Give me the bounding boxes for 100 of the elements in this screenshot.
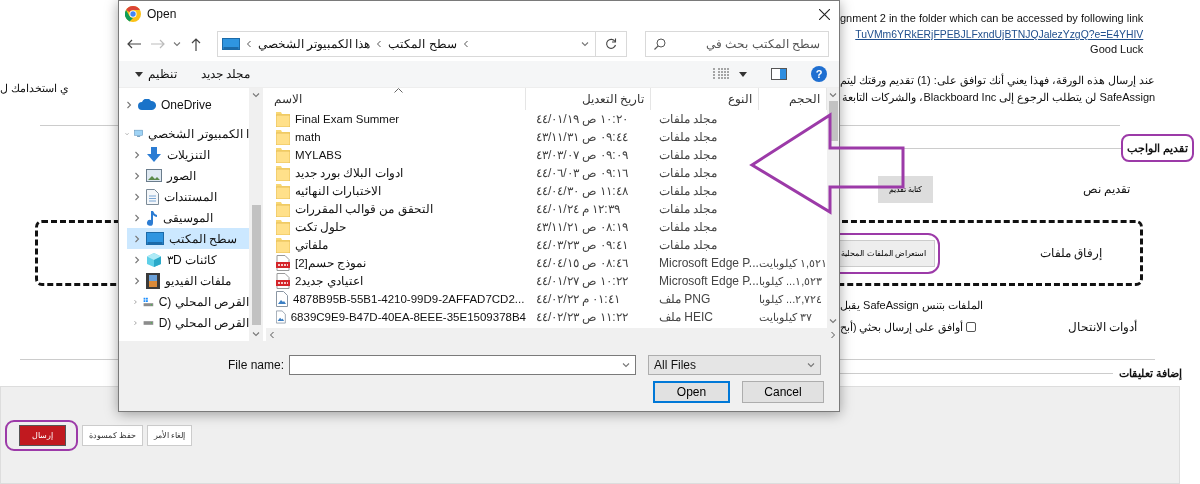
file-size: ١,٥٢١ كيلوبايت xyxy=(759,256,828,270)
download-arrow-icon xyxy=(146,146,162,163)
horizontal-scrollbar[interactable] xyxy=(266,328,839,341)
chevron-icon[interactable] xyxy=(133,297,138,306)
desktop-icon xyxy=(221,38,240,50)
section-title: إضافة تعليقات xyxy=(1119,367,1182,379)
file-type: ملف HEIC xyxy=(658,310,714,324)
breadcrumb-item[interactable]: سطح المكتب xyxy=(388,37,457,51)
file-name[interactable]: Final Exam Summer xyxy=(295,113,400,125)
file-size: ١,٥٢٣... كيلوبا xyxy=(759,274,824,288)
image-file-icon xyxy=(276,291,288,307)
modified-date: ١١:٤٨ ص ٤٤/٠٤/٣٠ xyxy=(535,184,629,198)
chevron-icon xyxy=(269,330,275,339)
file-type: Microsoft Edge P... xyxy=(658,256,759,270)
cancel-button[interactable]: Cancel xyxy=(742,381,824,403)
file-name[interactable]: ادوات البلاك بورد جديد xyxy=(295,166,403,180)
modified-date: ٠٩:١٦ ص ٤٤/٠٦/٠٣ xyxy=(535,166,629,180)
modified-date: ١١:٢٢ ص ٤٤/٠٢/٢٣ xyxy=(535,310,629,324)
tree-item[interactable]: المستندات xyxy=(127,186,249,207)
recent-locations-icon[interactable] xyxy=(172,40,181,48)
file-type: Microsoft Edge P... xyxy=(658,274,759,288)
address-bar[interactable]: هذا الكمبيوتر الشخصي سطح المكتب xyxy=(216,31,627,57)
file-name[interactable]: math xyxy=(295,131,321,143)
image-file-icon xyxy=(276,309,286,325)
checkbox[interactable] xyxy=(966,322,977,332)
scroll-thumb[interactable] xyxy=(251,204,261,325)
tree-item[interactable]: كائنات ٣D xyxy=(127,249,249,270)
file-type: مجلد ملفات xyxy=(658,166,719,180)
dropdown-icon[interactable] xyxy=(807,361,815,369)
browser-logo-icon xyxy=(125,6,141,22)
chevron-icon[interactable] xyxy=(133,192,141,201)
write-submission-button[interactable]: كتابة تقديم xyxy=(877,175,933,203)
chevron-icon[interactable] xyxy=(133,255,141,264)
file-name[interactable]: اعتيادي جديد2 xyxy=(295,274,363,288)
closing-text: Good Luck xyxy=(1089,42,1144,57)
open-button[interactable]: Open xyxy=(653,381,730,403)
file-name[interactable]: التحقق من قوالب المقررات xyxy=(295,202,433,216)
field-label: إرفاق ملفات xyxy=(1039,246,1102,260)
back-arrow-icon xyxy=(126,39,141,49)
new-folder-button[interactable]: مجلد جديد xyxy=(201,67,251,81)
preview-pane-button[interactable] xyxy=(771,68,787,80)
modified-date: ٠٩:٠٩ ص ٤٣/٠٣/٠٧ xyxy=(535,148,629,162)
file-size: ٣٧ كيلوبايت xyxy=(759,310,814,324)
tree-item[interactable]: القرص المحلي (C xyxy=(127,291,249,312)
chevron-icon[interactable] xyxy=(133,150,141,159)
file-name[interactable]: 4878B95B-55B1-4210-99D9-2AFFAD7CD2... xyxy=(293,293,525,305)
help-button[interactable]: ? xyxy=(811,66,827,82)
dropdown-icon[interactable] xyxy=(581,40,589,48)
file-type-dropdown[interactable]: All Files xyxy=(648,355,821,375)
footer-button[interactable]: حفظ كمسودة xyxy=(82,424,144,446)
file-name[interactable]: نموذج حسم[2] xyxy=(295,256,366,270)
cloud-icon xyxy=(138,99,156,110)
folder-icon xyxy=(276,111,290,127)
chevron-icon[interactable] xyxy=(133,234,141,243)
chevron-icon[interactable] xyxy=(125,100,133,109)
refresh-icon xyxy=(605,38,617,50)
chevron-icon[interactable] xyxy=(133,318,138,327)
caret-icon xyxy=(135,71,143,77)
vertical-scrollbar[interactable] xyxy=(249,88,263,341)
chevron-icon[interactable] xyxy=(133,213,141,222)
dropdown-icon[interactable] xyxy=(622,361,630,369)
tree-item[interactable]: الموسيقى xyxy=(127,207,249,228)
chevron-icon xyxy=(462,40,469,48)
file-name[interactable]: ملفاتي xyxy=(295,238,328,252)
column-header[interactable]: النوع xyxy=(651,88,759,110)
tree-item[interactable]: ملفات الفيديو xyxy=(127,270,249,291)
file-name[interactable]: MYLABS xyxy=(295,149,342,161)
breadcrumb-item[interactable]: هذا الكمبيوتر الشخصي xyxy=(257,37,371,51)
search-field[interactable]: سطح المكتب بحث في xyxy=(645,31,829,57)
agreement-text: ي استخدامك ل xyxy=(0,81,71,97)
file-name[interactable]: الاختبارات النهائيه xyxy=(295,184,382,198)
tree-item[interactable]: التنزيلات xyxy=(127,144,249,165)
modified-date: ١٠:٢٠ ص ٤٤/٠١/١٩ xyxy=(535,112,629,126)
cube-icon xyxy=(146,251,162,268)
file-name[interactable]: حلول تكت xyxy=(295,220,347,234)
file-name-field[interactable] xyxy=(289,355,636,375)
folder-icon xyxy=(276,237,290,253)
organize-menu[interactable]: تنظيم xyxy=(135,67,177,81)
tree-item[interactable]: الصور xyxy=(127,165,249,186)
scroll-thumb[interactable] xyxy=(828,101,838,141)
tree-item[interactable]: OneDrive xyxy=(119,94,249,115)
scroll-down-icon[interactable] xyxy=(829,317,838,325)
column-header[interactable]: تاريخ التعديل xyxy=(526,88,651,110)
tree-item[interactable]: سطح المكتب xyxy=(127,228,249,249)
column-header[interactable]: الاسم xyxy=(266,88,526,110)
submit-button[interactable]: إرسال xyxy=(19,424,66,446)
tree-item[interactable]: القرص المحلي (D xyxy=(127,312,249,333)
tree-item[interactable]: ا الكمبيوتر الشخصي xyxy=(119,123,249,144)
share-link[interactable]: TuVMm6YRkERjFPEBJLFxndUjBTNJQJalezYzgQ?e=E4YHIV xyxy=(855,29,1144,40)
caret-icon xyxy=(739,71,747,77)
chevron-icon[interactable] xyxy=(133,276,141,285)
folder-icon xyxy=(276,219,290,235)
view-menu[interactable] xyxy=(713,68,747,80)
file-name[interactable]: 6839C9E9-B47D-40EA-8EEE-35E1509378B4 xyxy=(290,311,526,323)
chevron-icon xyxy=(376,40,383,48)
footer-button[interactable]: إلغاء الأمر xyxy=(147,424,193,446)
folder-icon xyxy=(276,165,290,181)
file-size: ٢,٧٢٤... كيلوبا xyxy=(759,292,824,306)
scroll-down-icon[interactable] xyxy=(252,330,260,338)
chevron-icon[interactable] xyxy=(133,171,141,180)
